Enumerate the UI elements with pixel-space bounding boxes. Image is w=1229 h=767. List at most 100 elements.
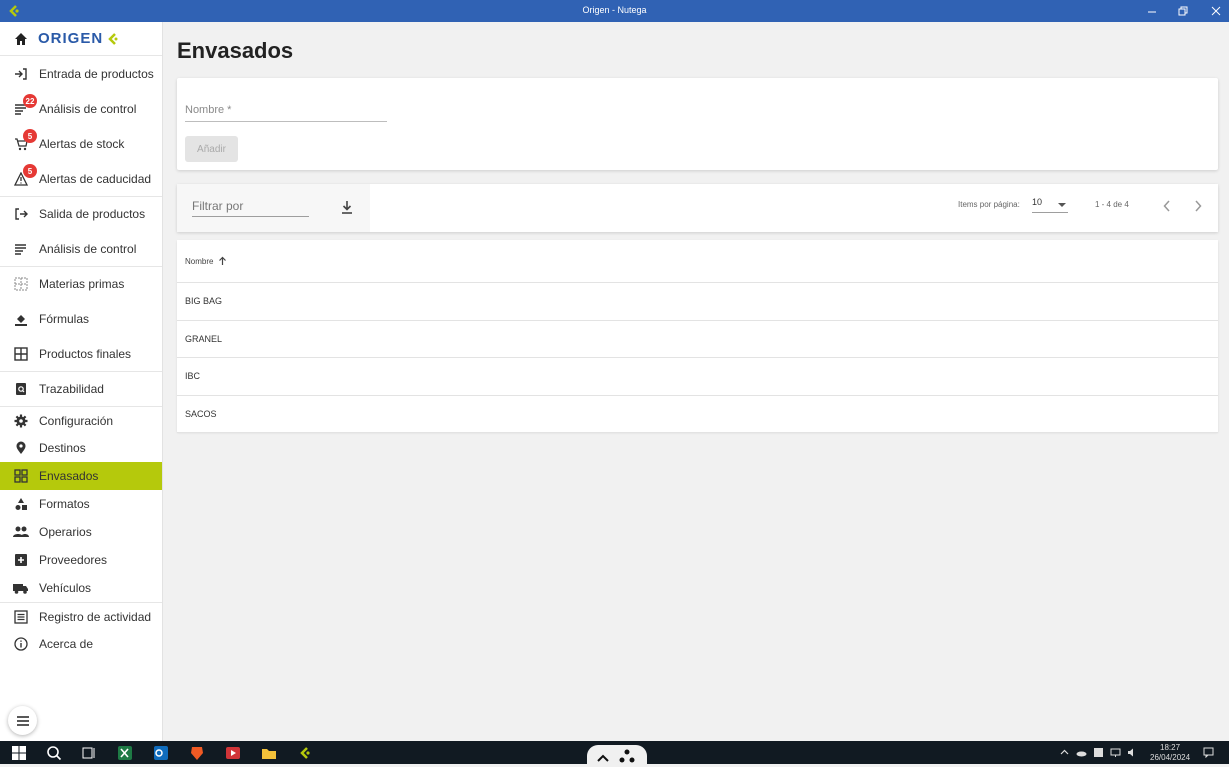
origen-app-taskbar-icon[interactable] bbox=[297, 745, 313, 761]
sidebar-item-label: Productos finales bbox=[39, 346, 132, 361]
sidebar-item-analisis-control[interactable]: Análisis de control bbox=[0, 231, 162, 266]
sidebar-item-label: Operarios bbox=[39, 525, 92, 539]
windows-start-icon[interactable] bbox=[11, 745, 27, 761]
restore-icon bbox=[1178, 6, 1188, 16]
sidebar-item-label: Materias primas bbox=[39, 277, 125, 291]
items-per-page-select[interactable]: 10 bbox=[1032, 197, 1068, 213]
sidebar-item-alertas-caducidad[interactable]: 5 Alertas de caducidad bbox=[0, 161, 162, 196]
hamburger-icon bbox=[16, 715, 29, 726]
chevron-up-icon bbox=[597, 754, 609, 762]
shapes-icon bbox=[13, 496, 29, 512]
clock-time: 18:27 bbox=[1160, 743, 1181, 752]
sidebar-item-formatos[interactable]: Formatos bbox=[0, 490, 162, 518]
notification-badge: 5 bbox=[23, 164, 37, 178]
sidebar-item-registro-actividad[interactable]: Registro de actividad bbox=[0, 602, 162, 630]
tray-chevron-icon[interactable] bbox=[1059, 747, 1070, 758]
notification-badge: 22 bbox=[23, 94, 37, 108]
search-doc-icon bbox=[13, 381, 29, 397]
items-per-page-value: 10 bbox=[1032, 197, 1043, 207]
sidebar-item-vehiculos[interactable]: Vehículos bbox=[0, 574, 162, 602]
restore-button[interactable] bbox=[1166, 0, 1200, 22]
sidebar-item-label: Alertas de stock bbox=[39, 136, 125, 151]
sidebar-home[interactable]: ORIGEN bbox=[0, 22, 162, 56]
previous-page-button[interactable] bbox=[1157, 196, 1177, 216]
sidebar-item-acerca-de[interactable]: Acerca de bbox=[0, 630, 162, 658]
table-row[interactable]: GRANEL bbox=[177, 321, 1218, 358]
page-title: Envasados bbox=[177, 38, 294, 63]
media-app-icon[interactable] bbox=[225, 745, 241, 761]
envasados-table: Nombre BIG BAG GRANEL IBC SACOS bbox=[177, 240, 1218, 433]
sidebar-item-materias-primas[interactable]: Materias primas bbox=[0, 266, 162, 301]
sidebar-item-label: Fórmulas bbox=[39, 311, 90, 326]
sidebar-item-label: Proveedores bbox=[39, 553, 108, 567]
sidebar-item-label: Alertas de caducidad bbox=[39, 171, 152, 186]
sidebar-item-trazabilidad[interactable]: Trazabilidad bbox=[0, 371, 162, 406]
table-row[interactable]: BIG BAG bbox=[177, 283, 1218, 321]
brand-logo: ORIGEN bbox=[38, 30, 104, 47]
brave-browser-icon[interactable] bbox=[189, 745, 205, 761]
search-icon[interactable] bbox=[46, 745, 62, 761]
sidebar-item-envasados[interactable]: Envasados bbox=[0, 462, 162, 490]
next-page-button[interactable] bbox=[1188, 196, 1208, 216]
sidebar-item-entrada-productos[interactable]: Entrada de productos bbox=[0, 56, 162, 91]
list-alt-icon bbox=[13, 609, 29, 625]
column-header-nombre[interactable]: Nombre bbox=[177, 240, 1218, 283]
sidebar-item-label: Salida de productos bbox=[39, 207, 146, 221]
sidebar-item-label: Análisis de control bbox=[39, 101, 137, 116]
home-icon bbox=[15, 32, 27, 45]
task-view-icon[interactable] bbox=[81, 745, 97, 761]
volume-icon[interactable] bbox=[1127, 747, 1138, 758]
truck-icon bbox=[13, 580, 29, 596]
sidebar-item-analisis-control-alerts[interactable]: 22 Análisis de control bbox=[0, 91, 162, 126]
sidebar-item-destinos[interactable]: Destinos bbox=[0, 434, 162, 462]
sidebar-item-label: Formatos bbox=[39, 497, 90, 511]
close-button[interactable] bbox=[1199, 0, 1229, 22]
brand-mark-icon bbox=[108, 32, 118, 45]
name-field[interactable]: Nombre * bbox=[185, 104, 387, 122]
login-icon bbox=[13, 66, 29, 82]
sidebar-item-configuracion[interactable]: Configuración bbox=[0, 406, 162, 434]
pin-icon bbox=[13, 440, 29, 456]
clock-date: 26/04/2024 bbox=[1150, 753, 1191, 762]
window-titlebar: Origen - Nutega bbox=[0, 0, 1229, 22]
download-icon[interactable] bbox=[340, 200, 354, 216]
sidebar-item-formulas[interactable]: Fórmulas bbox=[0, 301, 162, 336]
file-explorer-icon[interactable] bbox=[261, 745, 277, 761]
table-row[interactable]: IBC bbox=[177, 358, 1218, 396]
onedrive-icon[interactable] bbox=[1076, 747, 1087, 758]
table-row[interactable]: SACOS bbox=[177, 396, 1218, 433]
menu-button[interactable] bbox=[8, 706, 37, 735]
sidebar-item-label: Destinos bbox=[39, 441, 86, 455]
sidebar-item-label: Vehículos bbox=[39, 581, 92, 595]
close-icon bbox=[1211, 6, 1221, 16]
gear-icon bbox=[13, 413, 29, 429]
table-cell: GRANEL bbox=[185, 333, 223, 344]
sidebar-item-label: Envasados bbox=[39, 469, 99, 483]
network-icon[interactable] bbox=[1110, 747, 1121, 758]
notifications-icon[interactable] bbox=[1203, 747, 1214, 758]
sidebar-item-alertas-stock[interactable]: 5 Alertas de stock bbox=[0, 126, 162, 161]
sidebar-item-salida-productos[interactable]: Salida de productos bbox=[0, 196, 162, 231]
people-icon bbox=[13, 524, 29, 540]
filter-input[interactable]: Filtrar por bbox=[192, 199, 309, 217]
add-button[interactable]: Añadir bbox=[185, 136, 238, 162]
window-title: Origen - Nutega bbox=[582, 5, 647, 15]
sidebar-item-productos-finales[interactable]: Productos finales bbox=[0, 336, 162, 371]
grid-icon bbox=[13, 346, 29, 362]
grid-dots-icon bbox=[13, 276, 29, 292]
items-per-page-label: Items por página: bbox=[958, 200, 1020, 209]
sort-ascending-icon bbox=[219, 256, 227, 265]
sidebar-item-label: Configuración bbox=[39, 413, 114, 428]
sidebar-item-label: Análisis de control bbox=[39, 241, 137, 256]
security-icon[interactable] bbox=[1093, 747, 1104, 758]
minimize-button[interactable] bbox=[1135, 0, 1169, 22]
sidebar-item-proveedores[interactable]: Proveedores bbox=[0, 546, 162, 574]
clock[interactable]: 18:27 26/04/2024 bbox=[1150, 743, 1190, 763]
sidebar-item-label: Registro de actividad bbox=[39, 609, 152, 624]
main-content: Envasados Nombre * Añadir Filtrar por It… bbox=[163, 22, 1229, 741]
excel-icon[interactable] bbox=[117, 745, 133, 761]
info-icon bbox=[13, 636, 29, 652]
windows-taskbar: 18:27 26/04/2024 bbox=[0, 741, 1229, 767]
sidebar-item-operarios[interactable]: Operarios bbox=[0, 518, 162, 546]
outlook-icon[interactable] bbox=[153, 745, 169, 761]
